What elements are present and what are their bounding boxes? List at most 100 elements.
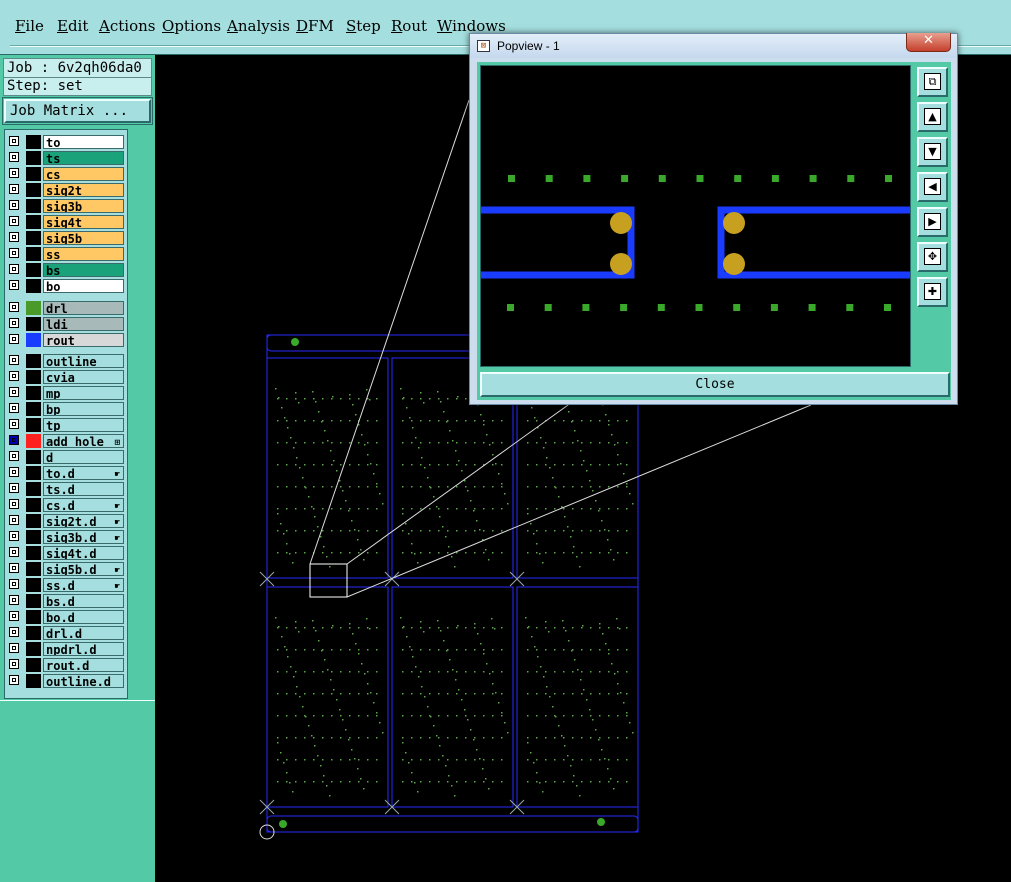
window-close-icon[interactable]: ✕ — [906, 33, 951, 52]
layer-name[interactable]: sig2t.d ☛ — [43, 514, 124, 528]
layer-checkbox[interactable] — [9, 595, 19, 605]
layer-color-swatch[interactable] — [26, 231, 41, 245]
layer-row[interactable]: sig2t — [7, 182, 125, 198]
layer-checkbox[interactable] — [9, 435, 19, 445]
close-button[interactable]: Close — [480, 372, 950, 397]
layer-checkbox[interactable] — [9, 563, 19, 573]
layer-row[interactable]: bs — [7, 262, 125, 278]
layer-name[interactable]: ss — [43, 247, 124, 261]
layer-color-swatch[interactable] — [26, 354, 41, 368]
layer-name[interactable]: drl — [43, 301, 124, 315]
layer-checkbox[interactable] — [9, 419, 19, 429]
layer-name[interactable]: outline — [43, 354, 124, 368]
layer-row[interactable]: rout.d — [7, 657, 125, 673]
layer-color-swatch[interactable] — [26, 434, 41, 448]
layer-row[interactable]: sig5b.d ☛ — [7, 561, 125, 577]
layer-color-swatch[interactable] — [26, 642, 41, 656]
layer-name[interactable]: cs.d ☛ — [43, 498, 124, 512]
layer-color-swatch[interactable] — [26, 658, 41, 672]
layer-name[interactable]: sig3b — [43, 199, 124, 213]
layer-row[interactable]: to.d ☛ — [7, 465, 125, 481]
pan-right-button[interactable]: ▶ — [917, 207, 948, 237]
menu-actions[interactable]: Actions — [99, 17, 155, 35]
layer-row[interactable]: drl.d — [7, 625, 125, 641]
layer-checkbox[interactable] — [9, 168, 19, 178]
layer-color-swatch[interactable] — [26, 263, 41, 277]
layer-name[interactable]: bo.d — [43, 610, 124, 624]
layer-checkbox[interactable] — [9, 579, 19, 589]
layer-name[interactable]: outline.d — [43, 674, 124, 688]
layer-row[interactable]: cvia — [7, 369, 125, 385]
layer-color-swatch[interactable] — [26, 402, 41, 416]
layer-row[interactable]: sig4t — [7, 214, 125, 230]
menu-edit[interactable]: Edit — [57, 17, 88, 35]
popview-titlebar[interactable]: ⊠ Popview - 1 ✕ — [470, 33, 957, 58]
layer-row[interactable]: npdrl.d — [7, 641, 125, 657]
layer-checkbox[interactable] — [9, 280, 19, 290]
layer-color-swatch[interactable] — [26, 674, 41, 688]
layer-name[interactable]: d — [43, 450, 124, 464]
layer-color-swatch[interactable] — [26, 215, 41, 229]
layer-row[interactable]: sig2t.d ☛ — [7, 513, 125, 529]
zoom-out-button[interactable]: ✚ — [917, 277, 948, 307]
layer-color-swatch[interactable] — [26, 450, 41, 464]
layer-checkbox[interactable] — [9, 643, 19, 653]
layer-color-swatch[interactable] — [26, 466, 41, 480]
layer-checkbox[interactable] — [9, 355, 19, 365]
layer-name[interactable]: to — [43, 135, 124, 149]
layer-checkbox[interactable] — [9, 264, 19, 274]
layer-color-swatch[interactable] — [26, 626, 41, 640]
layer-color-swatch[interactable] — [26, 562, 41, 576]
layer-color-swatch[interactable] — [26, 498, 41, 512]
layer-color-swatch[interactable] — [26, 530, 41, 544]
zoom-in-button[interactable]: ✥ — [917, 242, 948, 272]
layer-checkbox[interactable] — [9, 451, 19, 461]
layer-row[interactable]: to — [7, 134, 125, 150]
layer-row[interactable]: bo.d — [7, 609, 125, 625]
layer-row[interactable]: outline — [7, 353, 125, 369]
layer-checkbox[interactable] — [9, 318, 19, 328]
layer-row[interactable]: bs.d — [7, 593, 125, 609]
layer-color-swatch[interactable] — [26, 317, 41, 331]
layer-name[interactable]: cs — [43, 167, 124, 181]
layer-checkbox[interactable] — [9, 611, 19, 621]
layer-row[interactable]: cs.d ☛ — [7, 497, 125, 513]
layer-checkbox[interactable] — [9, 499, 19, 509]
layer-color-swatch[interactable] — [26, 610, 41, 624]
layer-checkbox[interactable] — [9, 302, 19, 312]
layer-color-swatch[interactable] — [26, 135, 41, 149]
layer-row[interactable]: mp — [7, 385, 125, 401]
layer-name[interactable]: bs — [43, 263, 124, 277]
layer-checkbox[interactable] — [9, 547, 19, 557]
layer-checkbox[interactable] — [9, 232, 19, 242]
layer-checkbox[interactable] — [9, 216, 19, 226]
layer-name[interactable]: rout — [43, 333, 124, 347]
layer-color-swatch[interactable] — [26, 183, 41, 197]
layer-row[interactable]: bo — [7, 278, 125, 294]
layer-row[interactable]: sig3b.d ☛ — [7, 529, 125, 545]
layer-row[interactable]: ts.d — [7, 481, 125, 497]
layer-checkbox[interactable] — [9, 200, 19, 210]
layer-row[interactable]: ldi — [7, 316, 125, 332]
layer-checkbox[interactable] — [9, 184, 19, 194]
layer-row[interactable]: add_hole ⊞ — [7, 433, 125, 449]
layer-name[interactable]: ts.d — [43, 482, 124, 496]
layer-name[interactable]: sig5b.d ☛ — [43, 562, 124, 576]
menu-file[interactable]: File — [15, 17, 44, 35]
layer-checkbox[interactable] — [9, 659, 19, 669]
layer-checkbox[interactable] — [9, 467, 19, 477]
layer-color-swatch[interactable] — [26, 546, 41, 560]
layer-name[interactable]: bs.d — [43, 594, 124, 608]
layer-name[interactable]: ts — [43, 151, 124, 165]
layer-name[interactable]: to.d ☛ — [43, 466, 124, 480]
layer-color-swatch[interactable] — [26, 279, 41, 293]
layer-name[interactable]: tp — [43, 418, 124, 432]
layer-checkbox[interactable] — [9, 403, 19, 413]
menu-dfm[interactable]: DFM — [296, 17, 334, 35]
layer-color-swatch[interactable] — [26, 151, 41, 165]
pan-down-button[interactable]: ▼ — [917, 137, 948, 167]
layer-row[interactable]: d — [7, 449, 125, 465]
layer-color-swatch[interactable] — [26, 167, 41, 181]
menu-step[interactable]: Step — [346, 17, 381, 35]
layer-name[interactable]: ldi — [43, 317, 124, 331]
